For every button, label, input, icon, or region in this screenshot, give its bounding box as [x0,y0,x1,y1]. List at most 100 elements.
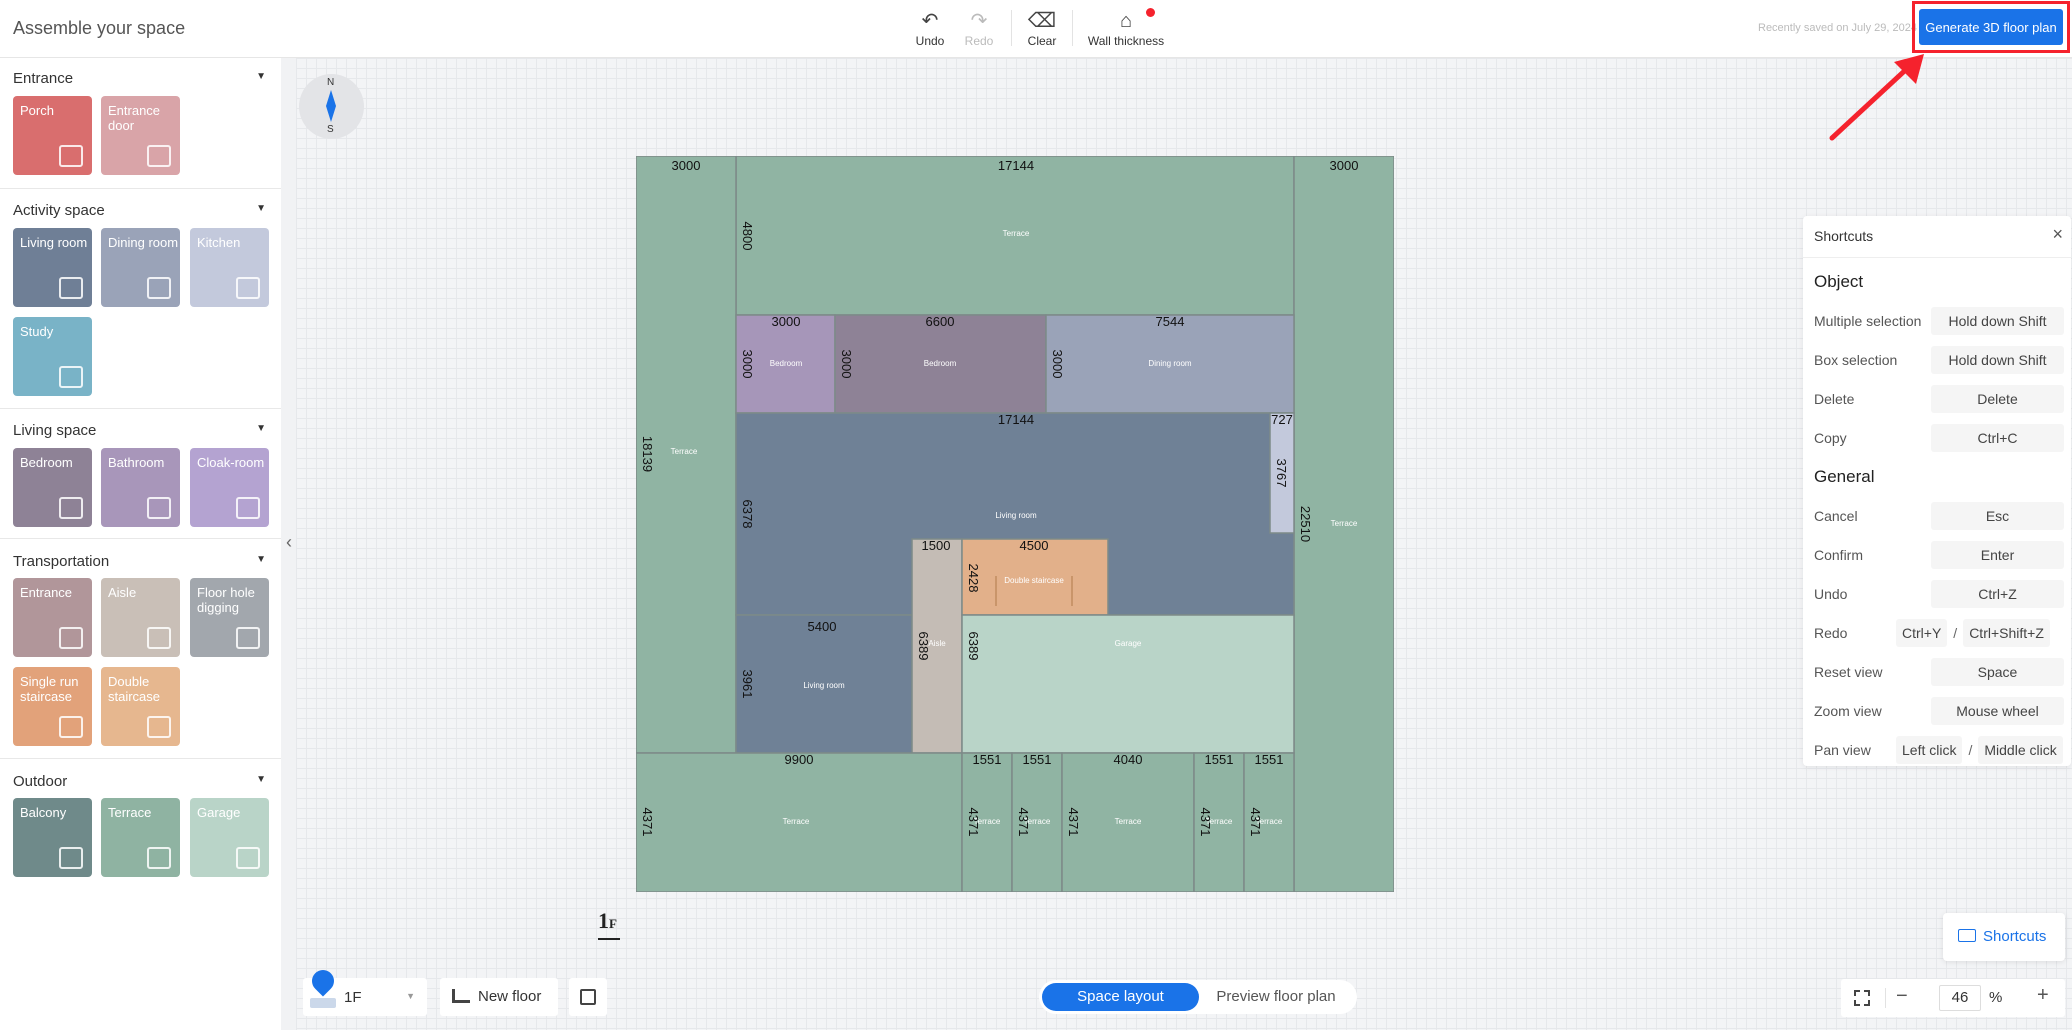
footsteps-icon [147,627,171,649]
shortcuts-panel: Shortcuts × Object Multiple selection Hol… [1803,216,2071,766]
dimension-label: 18139 [640,436,655,472]
shortcut-keys: Ctrl+Y / Ctrl+Shift+Z [1896,619,2064,647]
wardrobe-icon [236,497,260,519]
tab-space-layout[interactable]: Space layout [1042,983,1199,1011]
shortcut-row: Confirm Enter [1814,541,2064,569]
shortcut-label: Zoom view [1814,703,1882,719]
dimension-label: 6378 [740,500,755,529]
lamp-icon [59,366,83,388]
tab-preview-floor-plan[interactable]: Preview floor plan [1201,983,1351,1011]
collapse-sidebar-icon[interactable]: ‹ [282,522,296,562]
shortcut-label: Reset view [1814,664,1883,680]
tile-porch[interactable]: Porch [13,96,92,175]
compass-needle [326,106,336,122]
slash: / [1968,742,1973,758]
top-bar: Assemble your space ↶ Undo ↷ Redo ⌫ Clea… [0,0,2072,58]
tile-study[interactable]: Study [13,317,92,396]
shortcuts-button-label: Shortcuts [1983,928,2047,945]
category-living-space[interactable]: Living space ▼ [0,410,281,444]
shortcut-key: Middle click [1978,736,2063,764]
shortcut-key: Delete [1931,385,2064,413]
dimension-label: 4371 [966,808,981,837]
redo-button[interactable]: ↷ Redo [949,8,1009,48]
tile-kitchen[interactable]: Kitchen [190,228,269,307]
room-garage[interactable] [961,614,1295,754]
dimension-label: 3000 [1050,350,1065,379]
dimension-label: 9900 [785,752,814,767]
shortcut-row: Undo Ctrl+Z [1814,580,2064,608]
wall-thickness-button[interactable]: ⌂ Wall thickness [1081,8,1171,48]
floor-hole-icon [236,627,260,649]
floor-plan[interactable]: Terrace Terrace Terrace Bedroom Bedroom … [636,156,1394,892]
shortcut-row: Delete Delete [1814,385,2064,413]
tile-entrance-door[interactable]: Entrance door [101,96,180,175]
clear-button[interactable]: ⌫ Clear [1012,8,1072,48]
house-icon: ⌂ [1081,8,1171,34]
category-entrance[interactable]: Entrance ▼ [0,58,281,92]
range-hood-icon [236,277,260,299]
toolbar-divider [1072,10,1073,46]
divider [1803,257,2071,258]
zoom-input[interactable]: 46 [1939,985,1981,1011]
new-floor-button[interactable]: New floor [440,978,558,1016]
shortcut-key: Mouse wheel [1931,697,2064,725]
shortcut-label: Confirm [1814,547,1864,563]
dimension-label: 4500 [1020,538,1049,553]
dimension-label: 22510 [1298,506,1313,542]
tile-garage[interactable]: Garage [190,798,269,877]
dimension-label: 4371 [1248,808,1263,837]
floor-settings-button[interactable] [569,978,607,1016]
close-icon[interactable]: × [2052,224,2063,245]
shortcut-group-object: Object [1814,272,1864,291]
divider [0,188,281,189]
room-label: Terrace [671,447,698,456]
double-stairs-icon [147,716,171,738]
tile-cloak-room[interactable]: Cloak-room [190,448,269,527]
caret-down-icon: ▼ [256,554,266,565]
tile-living-room[interactable]: Living room [13,228,92,307]
generate-3d-button[interactable]: Generate 3D floor plan [1919,9,2063,45]
dimension-label: 3000 [672,158,701,173]
category-outdoor[interactable]: Outdoor ▼ [0,761,281,795]
floor-select-value: 1F [344,989,362,1006]
shortcuts-button[interactable]: Shortcuts [1943,913,2065,961]
room-label: Dining room [1148,359,1191,368]
dimension-label: 1500 [922,538,951,553]
compass-icon: N S [299,74,364,139]
divider [0,408,281,409]
room-label: Terrace [783,817,810,826]
tile-dining-room[interactable]: Dining room [101,228,180,307]
category-transportation[interactable]: Transportation ▼ [0,541,281,575]
stairs-plus-icon [452,989,470,1003]
car-icon [236,847,260,869]
tile-single-run-staircase[interactable]: Single run staircase [13,667,92,746]
fit-view-icon[interactable] [1854,990,1870,1006]
page-title: Assemble your space [13,18,186,38]
tile-bedroom[interactable]: Bedroom [13,448,92,527]
dimension-label: 17144 [998,158,1034,173]
sun-icon [147,847,171,869]
shortcuts-title: Shortcuts [1814,228,1874,244]
tile-entrance[interactable]: Entrance [13,578,92,657]
new-floor-label: New floor [478,988,542,1005]
tile-floor-hole-digging[interactable]: Floor hole digging [190,578,269,657]
category-activity-space[interactable]: Activity space ▼ [0,190,281,224]
floor-select[interactable]: 1F ▼ [303,965,427,1016]
tile-balcony[interactable]: Balcony [13,798,92,877]
tile-terrace[interactable]: Terrace [101,798,180,877]
zoom-out-button[interactable]: − [1896,985,1908,1008]
compass-needle [326,90,336,106]
zoom-in-button[interactable]: + [2037,984,2049,1007]
floor-number: 1 [598,908,609,933]
space-palette-sidebar: Entrance ▼ Porch Entrance door Activity s… [0,58,281,1030]
stairs-icon [59,716,83,738]
tile-bathroom[interactable]: Bathroom [101,448,180,527]
dimension-label: 4371 [1066,808,1081,837]
tile-aisle[interactable]: Aisle [101,578,180,657]
shortcut-key: Enter [1931,541,2064,569]
divider [0,758,281,759]
tile-double-staircase[interactable]: Double staircase [101,667,180,746]
shortcut-row: Pan view Left click / Middle click [1814,736,2064,764]
red-arrow-annotation [1829,54,1924,141]
view-mode-toggle: Space layout Preview floor plan [1039,980,1357,1014]
